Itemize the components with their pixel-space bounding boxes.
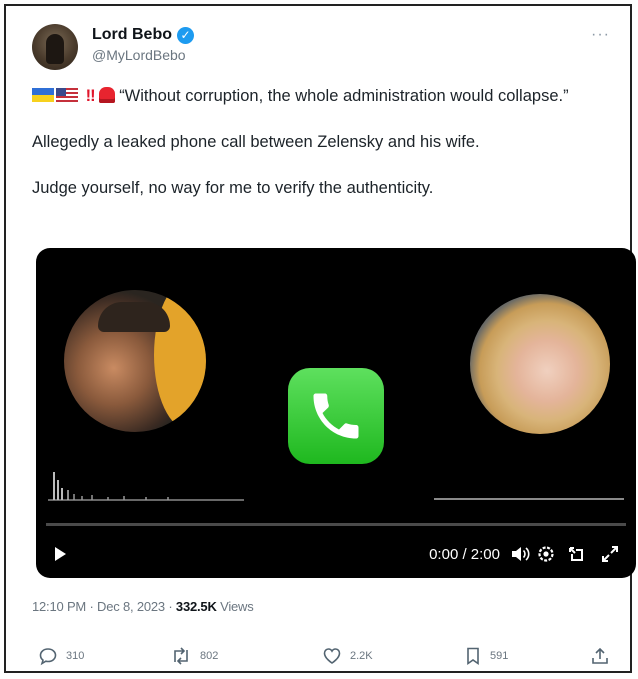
views-label: Views <box>220 599 254 614</box>
video-player[interactable]: 0:00 / 2:00 <box>36 248 636 578</box>
tweet-actions: 310 802 2.2K 591 <box>30 646 616 672</box>
settings-gear-icon[interactable] <box>536 544 556 569</box>
picture-in-picture-icon[interactable] <box>566 544 586 569</box>
siren-icon <box>98 87 115 103</box>
playback-time: 0:00 / 2:00 <box>429 546 500 563</box>
bookmark-count: 591 <box>490 650 509 662</box>
video-progress-bar[interactable] <box>46 523 626 526</box>
reply-icon <box>39 648 57 666</box>
tweet-paragraph-3: Judge yourself, no way for me to verify … <box>32 179 434 197</box>
reply-button[interactable]: 310 <box>38 646 84 666</box>
double-exclamation-icon: !! <box>85 87 96 105</box>
tweet-time[interactable]: 12:10 PM <box>32 599 86 614</box>
bookmark-button[interactable]: 591 <box>464 646 508 666</box>
fullscreen-icon[interactable] <box>600 544 620 569</box>
audio-waveform-right <box>434 498 624 500</box>
audio-waveform-left <box>48 472 244 501</box>
author-avatar[interactable] <box>32 24 78 70</box>
tweet-paragraph-1: !! “Without corruption, the whole admini… <box>32 84 612 108</box>
tweet-timestamp: 12:10 PM · Dec 8, 2023 · 332.5K Views <box>32 599 254 614</box>
tweet-paragraph-2: Allegedly a leaked phone call between Ze… <box>32 133 480 151</box>
like-button[interactable]: 2.2K <box>322 646 373 666</box>
heart-icon <box>323 648 341 664</box>
player-controls: 0:00 / 2:00 <box>36 536 636 574</box>
caller-photo-left <box>64 290 206 432</box>
timestamp-separator: · <box>89 599 94 614</box>
repost-count: 802 <box>200 650 219 662</box>
volume-icon[interactable] <box>510 544 530 569</box>
author-handle[interactable]: @MyLordBebo <box>92 47 194 63</box>
tweet-header: Lord Bebo ✓ @MyLordBebo <box>32 24 194 70</box>
tweet-card: Lord Bebo ✓ @MyLordBebo ··· !! “Without … <box>4 4 636 673</box>
repost-icon <box>174 647 188 665</box>
share-icon <box>592 647 608 664</box>
author-names: Lord Bebo ✓ @MyLordBebo <box>92 26 194 63</box>
repost-button[interactable]: 802 <box>170 646 218 666</box>
more-options-icon[interactable]: ··· <box>591 26 610 44</box>
caller-photo-right <box>470 294 610 434</box>
play-button-icon[interactable] <box>52 546 68 567</box>
tweet-date[interactable]: Dec 8, 2023 <box>97 599 165 614</box>
verified-badge-icon: ✓ <box>177 26 194 44</box>
us-flag-icon <box>56 88 78 102</box>
views-count: 332.5K <box>175 599 217 614</box>
like-count: 2.2K <box>350 650 373 662</box>
reply-count: 310 <box>66 650 85 662</box>
tweet-quote: “Without corruption, the whole administr… <box>119 87 569 105</box>
phone-call-icon <box>288 368 384 464</box>
timestamp-separator: · <box>168 599 173 614</box>
tweet-body: !! “Without corruption, the whole admini… <box>32 84 612 222</box>
author-display-name[interactable]: Lord Bebo <box>92 26 172 44</box>
name-row: Lord Bebo ✓ <box>92 26 194 44</box>
ukraine-flag-icon <box>32 88 54 102</box>
bookmark-icon <box>467 647 479 666</box>
share-button[interactable] <box>590 646 610 666</box>
